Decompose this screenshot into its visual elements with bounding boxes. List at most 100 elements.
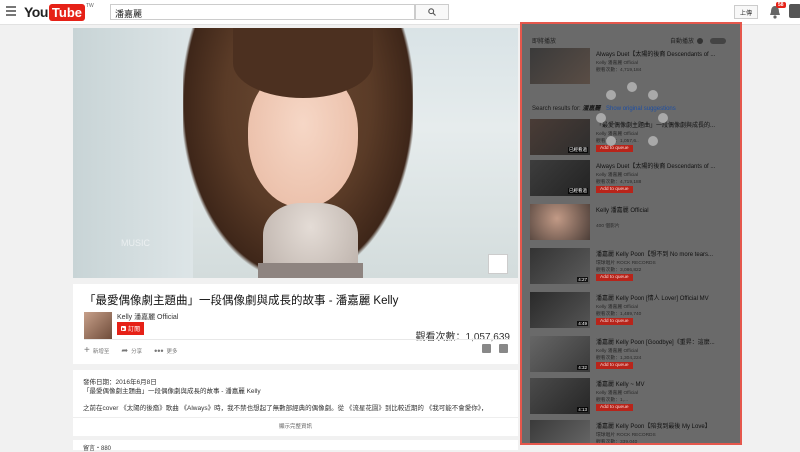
video-frame-bangs [233, 28, 373, 98]
video-actions: + 新增至 ➦ 分享 ••• 更多 [84, 345, 178, 356]
add-to-queue-button[interactable]: Add to queue [596, 274, 633, 281]
video-item-channel: Kelly 潘嘉麗 Official [596, 132, 639, 137]
video-title: 「最愛偶像劇主題曲」一段偶像劇與成長的故事 - 潘嘉麗 Kelly [84, 295, 399, 307]
search-results-prefix: Search results for: [532, 106, 581, 112]
video-thumbnail[interactable]: 4:27 [530, 248, 590, 284]
video-thumbnail[interactable]: 已經看過 [530, 160, 590, 196]
video-item-views: 觀看次數：1,304,224 [596, 356, 642, 361]
video-duration: 4:13 [577, 407, 588, 412]
youtube-logo[interactable]: You Tube TW [24, 3, 94, 21]
upload-button[interactable]: 上傳 [734, 5, 758, 19]
video-frame-mic-ring [258, 263, 363, 278]
channel-name[interactable]: Kelly 潘嘉麗 Official [117, 312, 178, 322]
subscribe-button[interactable]: ▶ 訂閱 [117, 322, 145, 335]
loading-spinner-dot [606, 136, 616, 146]
video-duration: 4:49 [577, 321, 588, 326]
autoplay-control: 自動播放 [670, 36, 727, 45]
video-player[interactable]: MUSIC [73, 28, 518, 278]
autoplay-label: 自動播放 [670, 39, 695, 45]
view-count: 觀看次數：1,057,639 [415, 332, 511, 343]
show-more-button[interactable]: 顯示完整資訊 [73, 422, 518, 430]
logo-region: TW [86, 3, 94, 9]
video-item-title[interactable]: 潘嘉麗 Kelly Poon [情人 Lover] Official MV [596, 293, 736, 302]
share-label: 分享 [131, 348, 143, 355]
hamburger-menu-icon[interactable] [6, 6, 16, 16]
search-results-query: 潘嘉麗 [582, 106, 601, 112]
more-label: 更多 [166, 348, 178, 355]
sidebar-item[interactable]: 已經看過 Always Duet【太陽的後裔 Descendants of ..… [530, 160, 736, 198]
video-watermark: MUSIC [121, 238, 150, 248]
video-duration: 4:27 [577, 277, 588, 282]
sidebar-item[interactable]: 4:49 潘嘉麗 Kelly Poon [情人 Lover] Official … [530, 292, 736, 330]
video-thumbnail[interactable]: 已經看過 [530, 119, 590, 155]
loading-spinner-dot [627, 82, 637, 92]
video-item-channel: 環球唱片 ROCK RECORDS [596, 261, 656, 266]
add-to-queue-button[interactable]: Add to queue [596, 318, 633, 325]
info-icon[interactable] [697, 37, 704, 44]
sidebar-item[interactable]: 4:32 潘嘉麗 Kelly Poon [Goodbye]《重昇：這麼... K… [530, 336, 736, 374]
divider [84, 339, 510, 340]
add-to-label: 新增至 [92, 348, 110, 355]
channel-thumbnail[interactable] [530, 204, 590, 240]
thumbs-up-icon[interactable] [482, 344, 491, 353]
description-panel: 發佈日期：2016年6月8日 「最愛偶像劇主題曲」一段偶像劇與成長的故事 - 潘… [73, 370, 518, 436]
add-to-queue-button[interactable]: Add to queue [596, 404, 633, 411]
sidebar-item[interactable]: 4:27 潘嘉麗 Kelly Poon【想不到 No more tears...… [530, 248, 736, 286]
sidebar-item[interactable]: 已經看過 「最愛偶像劇主題曲」一段偶像劇與成長的... Kelly 潘嘉麗 Of… [530, 119, 736, 157]
description-line: 「最愛偶像劇主題曲」一段偶像劇與成長的故事 - 潘嘉麗 Kelly [83, 388, 261, 395]
loading-spinner-dot [596, 113, 606, 123]
autoplay-toggle[interactable] [710, 37, 727, 44]
add-to-button[interactable]: + 新增至 [84, 345, 109, 356]
video-item-title[interactable]: 潘嘉麗 Kelly Poon [Goodbye]《重昇：這麼... [596, 337, 736, 346]
add-to-queue-button[interactable]: Add to queue [596, 186, 633, 193]
video-item-views: 觀看次數：3,086,822 [596, 268, 642, 273]
video-item-views: 觀看次數：1,489,740 [596, 312, 642, 317]
description-line: 之前在cover 《太陽的後裔》歌曲 《Always》時，我不禁也想起了無數部經… [83, 405, 488, 412]
channel-watermark-icon[interactable] [488, 254, 508, 274]
plus-icon: + [84, 345, 90, 356]
loading-spinner-dot [648, 136, 658, 146]
youtube-play-icon: ▶ [121, 326, 127, 331]
notification-badge: 58 [776, 2, 786, 8]
video-item-channel: 環球唱片 ROCK RECORDS [596, 433, 656, 438]
comments-count: 留言・880 [83, 446, 112, 452]
account-avatar[interactable] [789, 4, 800, 18]
channel-item-title[interactable]: Kelly 潘嘉麗 Official [596, 205, 736, 214]
logo-you: You [24, 4, 48, 20]
video-item-views: 觀看次數：4,719,184 [596, 68, 642, 73]
video-thumbnail[interactable] [530, 48, 590, 84]
video-item-title[interactable]: Always Duet【太陽的後裔 Descendants of ... [596, 49, 736, 58]
video-item-channel: Kelly 潘嘉麗 Official [596, 305, 639, 310]
search-button[interactable] [415, 4, 449, 20]
sidebar-item[interactable]: 4:13 潘嘉麗 Kelly ~ MV Kelly 潘嘉麗 Official 觀… [530, 378, 736, 416]
search-input[interactable]: 潘嘉麗 [110, 4, 415, 20]
video-item-channel: Kelly 潘嘉麗 Official [596, 173, 639, 178]
video-item-views: 觀看次數：1,057,6.. [596, 139, 639, 144]
up-next-item[interactable]: Always Duet【太陽的後裔 Descendants of ... Kel… [530, 48, 736, 86]
video-thumbnail[interactable] [530, 420, 590, 443]
video-item-views: 觀看次數：1,... [596, 398, 628, 403]
video-thumbnail[interactable]: 4:13 [530, 378, 590, 414]
video-item-channel: Kelly 潘嘉麗 Official [596, 349, 639, 354]
share-button[interactable]: ➦ 分享 [121, 346, 142, 355]
video-info-panel: 「最愛偶像劇主題曲」一段偶像劇與成長的故事 - 潘嘉麗 Kelly Kelly … [73, 284, 518, 364]
search-results-bar: Search results for: 潘嘉麗 Show original su… [532, 103, 676, 112]
video-item-title[interactable]: Always Duet【太陽的後裔 Descendants of ... [596, 161, 736, 170]
show-original-link[interactable]: Show original suggestions [606, 106, 676, 112]
video-thumbnail[interactable]: 4:49 [530, 292, 590, 328]
add-to-queue-button[interactable]: Add to queue [596, 362, 633, 369]
more-dots-icon: ••• [154, 345, 164, 356]
more-button[interactable]: ••• 更多 [154, 346, 177, 356]
watched-badge: 已經看過 [568, 147, 588, 153]
video-item-title[interactable]: 潘嘉麗 Kelly ~ MV [596, 379, 736, 388]
video-duration: 4:32 [577, 365, 588, 370]
channel-avatar[interactable] [84, 312, 112, 340]
thumbs-down-icon[interactable] [499, 344, 508, 353]
share-icon: ➦ [121, 346, 129, 355]
video-item-title[interactable]: 潘嘉麗 Kelly Poon【陪我到最後 My Love】 [596, 421, 736, 430]
video-item-title[interactable]: 潘嘉麗 Kelly Poon【想不到 No more tears... [596, 249, 736, 258]
add-to-queue-button[interactable]: Add to queue [596, 145, 633, 152]
sidebar-item[interactable]: 潘嘉麗 Kelly Poon【陪我到最後 My Love】 環球唱片 ROCK … [530, 420, 736, 443]
sidebar-channel-item[interactable]: Kelly 潘嘉麗 Official 400 個影片 [530, 204, 736, 242]
video-thumbnail[interactable]: 4:32 [530, 336, 590, 372]
